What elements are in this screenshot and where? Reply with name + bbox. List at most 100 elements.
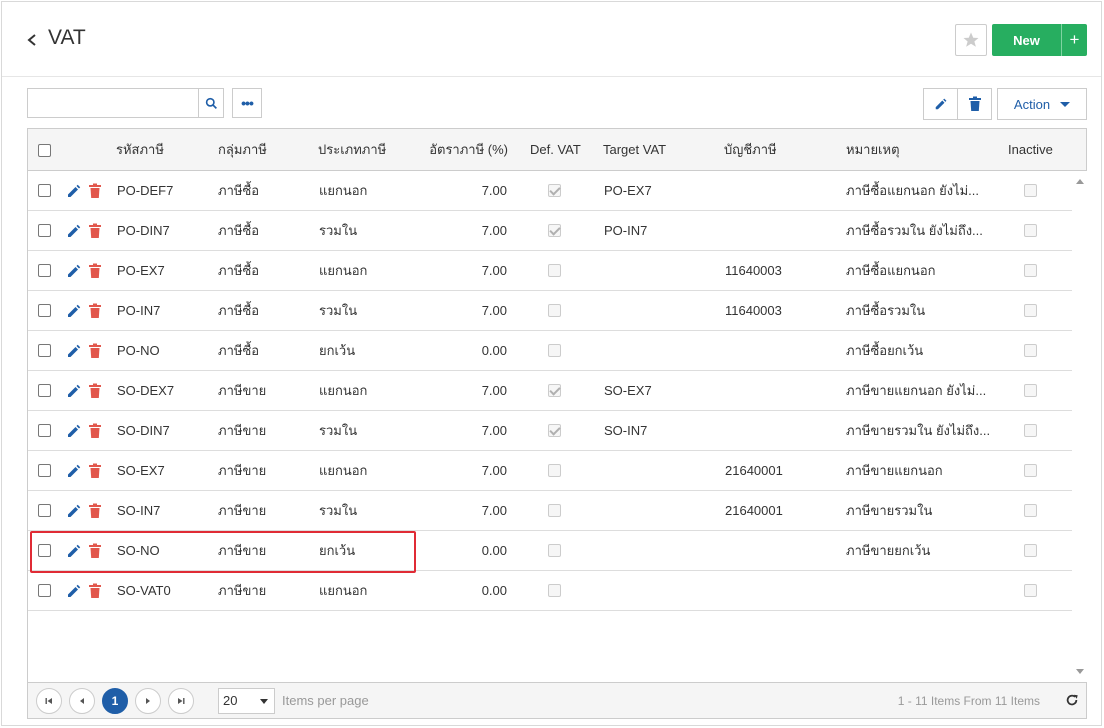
trash-icon <box>968 96 981 111</box>
table-row[interactable]: PO-EX7 ภาษีซื้อ แยกนอก 7.00 11640003 ภาษีซื้อ… <box>28 251 1072 291</box>
row-checkbox[interactable] <box>38 504 51 517</box>
grid-header: รหัสภาษี กลุ่มภาษี ประเภทภาษี อัตราภาษี … <box>28 129 1086 171</box>
trash-icon[interactable] <box>88 463 104 479</box>
row-checkbox[interactable] <box>38 584 51 597</box>
favorite-button[interactable] <box>955 24 987 56</box>
grid-body: PO-DEF7 ภาษีซื้อ แยกนอก 7.00 PO-EX7 ภาษีซื้อแ… <box>28 171 1072 682</box>
pencil-icon[interactable] <box>66 583 82 599</box>
row-checkbox[interactable] <box>38 344 51 357</box>
cell-type: รวมใน <box>319 303 358 318</box>
table-row[interactable]: PO-IN7 ภาษีซื้อ รวมใน 7.00 11640003 ภาษีซื้อร… <box>28 291 1072 331</box>
cell-type: แยกนอก <box>319 583 368 598</box>
col-header-target-vat[interactable]: Target VAT <box>603 129 666 171</box>
table-row[interactable]: PO-DEF7 ภาษีซื้อ แยกนอก 7.00 PO-EX7 ภาษีซื้อแ… <box>28 171 1072 211</box>
trash-icon[interactable] <box>88 423 104 439</box>
search-input[interactable] <box>28 89 198 117</box>
first-page-icon <box>45 698 52 704</box>
search-icon <box>205 97 217 109</box>
col-header-group[interactable]: กลุ่มภาษี <box>218 129 267 171</box>
back-button[interactable] <box>24 28 42 52</box>
star-icon <box>963 32 979 47</box>
col-header-inactive[interactable]: Inactive <box>1008 129 1053 171</box>
trash-icon[interactable] <box>88 343 104 359</box>
cell-inactive-checkbox <box>1024 504 1037 517</box>
row-checkbox[interactable] <box>38 304 51 317</box>
cell-type: แยกนอก <box>319 263 368 278</box>
row-checkbox[interactable] <box>38 424 51 437</box>
row-checkbox[interactable] <box>38 264 51 277</box>
cell-code: SO-EX7 <box>117 463 165 478</box>
pencil-icon[interactable] <box>66 223 82 239</box>
search-button[interactable] <box>198 89 223 117</box>
row-checkbox[interactable] <box>38 224 51 237</box>
more-options-button[interactable]: ••• <box>232 88 262 118</box>
first-page-button[interactable] <box>36 688 62 714</box>
col-header-account[interactable]: บัญชีภาษี <box>724 129 777 171</box>
new-button[interactable]: New + <box>992 24 1087 56</box>
next-page-button[interactable] <box>135 688 161 714</box>
select-all-checkbox[interactable] <box>38 144 51 157</box>
trash-icon[interactable] <box>88 503 104 519</box>
new-button-label: New <box>1013 32 1040 48</box>
cell-note: ภาษีขายยกเว้น <box>846 543 931 558</box>
page-1-button[interactable]: 1 <box>102 688 128 714</box>
bulk-delete-button[interactable] <box>957 88 992 120</box>
cell-inactive-checkbox <box>1024 224 1037 237</box>
pencil-icon[interactable] <box>66 303 82 319</box>
cell-code: SO-DIN7 <box>117 423 170 438</box>
table-row[interactable]: PO-DIN7 ภาษีซื้อ รวมใน 7.00 PO-IN7 ภาษีซื้อรว… <box>28 211 1072 251</box>
action-dropdown[interactable]: Action <box>997 88 1087 120</box>
cell-note: ภาษีซื้อรวมใน ยังไม่ถึง... <box>846 223 983 238</box>
cell-inactive-checkbox <box>1024 584 1037 597</box>
last-page-button[interactable] <box>168 688 194 714</box>
page-title: VAT <box>48 26 86 49</box>
table-row[interactable]: SO-DEX7 ภาษีขาย แยกนอก 7.00 SO-EX7 ภาษีขายแยก… <box>28 371 1072 411</box>
col-header-def-vat[interactable]: Def. VAT <box>530 129 581 171</box>
pencil-icon[interactable] <box>66 263 82 279</box>
pager-info: 1 - 11 Items From 11 Items <box>897 694 1040 708</box>
cell-target-vat: SO-EX7 <box>604 383 652 398</box>
col-header-note[interactable]: หมายเหตุ <box>846 129 900 171</box>
table-row[interactable]: SO-VAT0 ภาษีขาย แยกนอก 0.00 <box>28 571 1072 611</box>
chevron-down-icon <box>260 699 268 704</box>
pencil-icon[interactable] <box>66 503 82 519</box>
trash-icon[interactable] <box>88 303 104 319</box>
scroll-down-icon[interactable] <box>1076 669 1084 674</box>
pencil-icon[interactable] <box>66 383 82 399</box>
table-row[interactable]: SO-IN7 ภาษีขาย รวมใน 7.00 21640001 ภาษีขายรวม… <box>28 491 1072 531</box>
col-header-type[interactable]: ประเภทภาษี <box>318 129 386 171</box>
page-size-select[interactable]: 20 <box>218 688 275 714</box>
col-header-rate[interactable]: อัตราภาษี (%) <box>418 129 508 171</box>
row-checkbox[interactable] <box>38 384 51 397</box>
trash-icon[interactable] <box>88 183 104 199</box>
search-box <box>27 88 224 118</box>
cell-type: แยกนอก <box>319 383 368 398</box>
pencil-icon[interactable] <box>66 463 82 479</box>
trash-icon[interactable] <box>88 223 104 239</box>
new-dropdown-button[interactable]: + <box>1061 24 1087 56</box>
trash-icon[interactable] <box>88 583 104 599</box>
cell-def-vat-checkbox <box>548 184 561 197</box>
cell-account: 11640003 <box>725 263 782 278</box>
cell-def-vat-checkbox <box>548 264 561 277</box>
cell-def-vat-checkbox <box>548 544 561 557</box>
prev-page-button[interactable] <box>69 688 95 714</box>
row-checkbox[interactable] <box>38 184 51 197</box>
pencil-icon[interactable] <box>66 343 82 359</box>
cell-note: ภาษีซื้อแยกนอก <box>846 263 936 278</box>
table-row[interactable]: PO-NO ภาษีซื้อ ยกเว้น 0.00 ภาษีซื้อยกเว้น <box>28 331 1072 371</box>
table-row[interactable]: SO-DIN7 ภาษีขาย รวมใน 7.00 SO-IN7 ภาษีขายรวมใ… <box>28 411 1072 451</box>
pencil-icon[interactable] <box>66 183 82 199</box>
grid-scrollbar[interactable] <box>1072 171 1087 682</box>
bulk-edit-button[interactable] <box>923 88 958 120</box>
trash-icon[interactable] <box>88 263 104 279</box>
refresh-button[interactable] <box>1065 693 1081 709</box>
chevron-down-icon <box>1060 101 1071 107</box>
table-row[interactable]: SO-EX7 ภาษีขาย แยกนอก 7.00 21640001 ภาษีขายแย… <box>28 451 1072 491</box>
row-checkbox[interactable] <box>38 464 51 477</box>
col-header-code[interactable]: รหัสภาษี <box>116 129 164 171</box>
trash-icon[interactable] <box>88 383 104 399</box>
scroll-up-icon[interactable] <box>1076 179 1084 184</box>
cell-type: รวมใน <box>319 423 358 438</box>
pencil-icon[interactable] <box>66 423 82 439</box>
